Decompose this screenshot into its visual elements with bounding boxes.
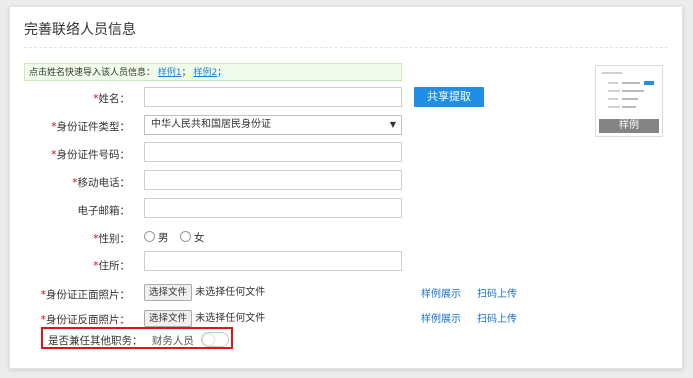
sample-caption: 样例	[599, 119, 659, 133]
preview-line	[602, 72, 622, 74]
example2-link[interactable]: 样例2	[194, 68, 218, 78]
dropdown-arrow-icon: ▼	[389, 120, 396, 129]
id-number-input[interactable]	[144, 142, 402, 162]
gender-male-option[interactable]: 男	[144, 231, 169, 244]
preview-line	[608, 82, 618, 84]
id-back-scan-upload-link[interactable]: 扫码上传	[477, 310, 517, 325]
id-number-label: *身份证件号码：	[0, 147, 130, 162]
id-back-sample-link[interactable]: 样例展示	[421, 310, 461, 325]
email-input[interactable]	[144, 198, 402, 218]
radio-icon	[179, 231, 191, 242]
radio-icon	[144, 231, 155, 242]
id-back-file-status: 未选择任何文件	[195, 313, 266, 324]
id-type-select[interactable]: 中华人民共和国居民身份证 ▼	[144, 115, 402, 135]
preview-line	[608, 98, 618, 100]
id-type-label: *身份证件类型：	[0, 119, 130, 134]
gender-options: 男 女	[144, 230, 204, 245]
sample-form-preview	[600, 70, 658, 120]
form-panel: 完善联络人员信息 点击姓名快速导入该人员信息： 样例1； 样例2； *姓名： 共…	[9, 6, 683, 369]
name-label: *姓名：	[0, 91, 130, 106]
mobile-label: *移动电话：	[0, 175, 130, 190]
id-front-label: *身份证正面照片：	[0, 287, 130, 302]
gender-label-text: 性别：	[98, 233, 131, 245]
finance-role-label: 财务人员	[151, 335, 194, 347]
quick-import-hint: 点击姓名快速导入该人员信息： 样例1； 样例2；	[24, 63, 402, 81]
preview-line	[622, 106, 636, 108]
gender-label: *性别：	[0, 231, 130, 246]
address-label: *住所：	[0, 258, 130, 273]
id-front-scan-upload-link[interactable]: 扫码上传	[477, 285, 517, 300]
address-input[interactable]	[144, 251, 402, 271]
mobile-label-text: 移动电话：	[77, 177, 131, 189]
preview-line	[622, 90, 644, 92]
finance-role-toggle[interactable]	[201, 332, 230, 347]
id-front-choose-file-button[interactable]: 选择文件	[144, 284, 193, 301]
id-type-selected-value: 中华人民共和国居民身份证	[151, 119, 271, 130]
hint-end: ；	[217, 68, 227, 78]
name-input[interactable]	[144, 87, 402, 107]
email-label-text: 电子邮箱：	[77, 205, 131, 217]
preview-line	[622, 82, 640, 84]
preview-button	[644, 81, 654, 85]
id-back-label-text: 身份证反面照片：	[46, 314, 130, 326]
other-role-row: 是否兼任其他职务： 财务人员	[48, 332, 230, 348]
preview-line	[608, 106, 620, 108]
gender-female-label: 女	[193, 232, 205, 244]
address-label-text: 住所：	[98, 260, 131, 272]
id-number-label-text: 身份证件号码：	[56, 149, 131, 161]
id-front-label-text: 身份证正面照片：	[46, 289, 130, 301]
id-front-file-status: 未选择任何文件	[195, 287, 266, 298]
id-back-label: *身份证反面照片：	[0, 312, 130, 327]
share-extract-button[interactable]: 共享提取	[414, 87, 484, 107]
id-type-label-text: 身份证件类型：	[56, 121, 131, 133]
sample-thumbnail[interactable]: 样例	[595, 65, 663, 137]
example1-link[interactable]: 样例1	[158, 68, 182, 78]
title-divider	[24, 47, 668, 48]
id-back-choose-file-button[interactable]: 选择文件	[144, 310, 193, 327]
toggle-knob	[203, 334, 215, 345]
preview-line	[622, 98, 638, 100]
mobile-input[interactable]	[144, 170, 402, 190]
other-role-label: 是否兼任其他职务：	[48, 335, 143, 347]
email-label: 电子邮箱：	[0, 203, 131, 218]
gender-female-option[interactable]: 女	[179, 231, 205, 244]
id-front-file: 选择文件 未选择任何文件	[144, 283, 265, 301]
hint-text: 点击姓名快速导入该人员信息：	[29, 68, 156, 78]
page-title: 完善联络人员信息	[24, 22, 136, 38]
hint-sep: ；	[181, 68, 191, 78]
preview-line	[608, 90, 620, 92]
gender-male-label: 男	[158, 232, 169, 244]
id-front-sample-link[interactable]: 样例展示	[421, 285, 461, 300]
id-back-file: 选择文件 未选择任何文件	[144, 309, 265, 327]
name-label-text: 姓名：	[98, 93, 131, 105]
